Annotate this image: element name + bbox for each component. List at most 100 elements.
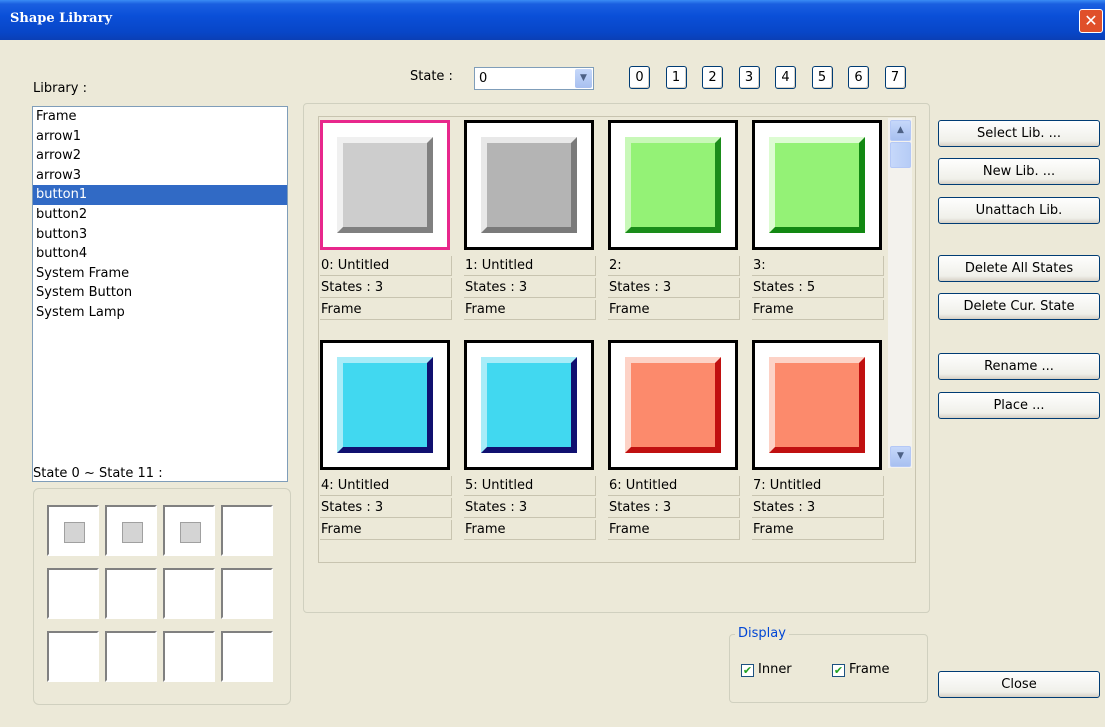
shape-thumbnail[interactable] (752, 340, 882, 470)
shape-thumbnail[interactable] (320, 340, 450, 470)
shape-preview (625, 357, 721, 453)
state-number-button[interactable]: 4 (775, 66, 796, 89)
shape-name-caption: 6: Untitled (608, 476, 740, 496)
state-cell[interactable] (221, 505, 273, 556)
shape-thumbnail[interactable] (752, 120, 882, 250)
state-number-button[interactable]: 0 (629, 66, 650, 89)
window-title: Shape Library (10, 11, 112, 26)
frame-checkbox[interactable]: ✔ (832, 664, 845, 677)
shape-states-caption: States : 5 (752, 278, 884, 298)
shape-type-caption: Frame (608, 520, 740, 540)
inner-checkbox[interactable]: ✔ (741, 664, 754, 677)
shape-name-caption: 4: Untitled (320, 476, 452, 496)
state-cell[interactable] (163, 568, 215, 619)
delete-all-states-button[interactable]: Delete All States (938, 255, 1100, 282)
inner-checkbox-label: Inner (758, 662, 792, 677)
state-dropdown[interactable]: 0 ▼ (474, 67, 594, 90)
state-cell[interactable] (47, 568, 99, 619)
shape-preview (625, 137, 721, 233)
library-item[interactable]: button2 (33, 205, 287, 225)
state-dropdown-value: 0 (479, 71, 488, 86)
shape-type-caption: Frame (608, 300, 740, 320)
state-number-button[interactable]: 1 (665, 66, 687, 89)
shape-type-caption: Frame (320, 300, 452, 320)
shape-states-caption: States : 3 (608, 498, 740, 518)
shape-states-caption: States : 3 (608, 278, 740, 298)
shape-name-caption: 2: (608, 256, 740, 276)
shape-preview (769, 357, 865, 453)
state-cell[interactable] (47, 505, 99, 556)
shape-thumbnail[interactable] (320, 120, 450, 250)
library-item[interactable]: System Lamp (33, 303, 287, 323)
display-label: Display (735, 626, 789, 641)
place-button[interactable]: Place ... (938, 392, 1100, 419)
library-item[interactable]: System Button (33, 283, 287, 303)
shape-thumbnail[interactable] (608, 120, 738, 250)
state-cell[interactable] (105, 505, 157, 556)
state-cell[interactable] (221, 568, 273, 619)
state-preview-group (33, 488, 291, 705)
library-item[interactable]: button1 (33, 185, 287, 205)
library-list[interactable]: Frame arrow1 arrow2 arrow3 button1 button2 but… (32, 106, 288, 482)
chevron-down-icon[interactable]: ▼ (575, 69, 592, 88)
shape-preview (337, 357, 433, 453)
scroll-down-icon[interactable]: ▼ (890, 446, 911, 467)
library-item[interactable]: button3 (33, 225, 287, 245)
library-item[interactable]: Frame (33, 107, 287, 127)
shape-thumbnail[interactable] (464, 340, 594, 470)
shape-type-caption: Frame (752, 520, 884, 540)
library-item[interactable]: arrow3 (33, 166, 287, 186)
shape-library-dialog: Shape Library ✕ Library : Frame arrow1 arr… (0, 0, 1105, 727)
state-cell[interactable] (47, 631, 99, 682)
rename-button[interactable]: Rename ... (938, 353, 1100, 380)
shape-grid-scrollbar[interactable]: ▲ ▼ (888, 118, 912, 468)
library-item[interactable]: arrow1 (33, 127, 287, 147)
state-number-button[interactable]: 3 (738, 66, 760, 89)
shape-type-caption: Frame (464, 520, 596, 540)
state-cell[interactable] (105, 631, 157, 682)
state-number-button[interactable]: 2 (702, 66, 723, 89)
shape-preview (769, 137, 865, 233)
shape-thumbnail[interactable] (464, 120, 594, 250)
state-cell[interactable] (163, 505, 215, 556)
title-bar[interactable]: Shape Library ✕ (0, 0, 1105, 40)
shape-thumbnail[interactable] (608, 340, 738, 470)
close-icon[interactable]: ✕ (1079, 9, 1103, 33)
select-lib-button[interactable]: Select Lib. ... (938, 120, 1100, 147)
shape-type-caption: Frame (320, 520, 452, 540)
shape-type-caption: Frame (752, 300, 884, 320)
shape-name-caption: 0: Untitled (320, 256, 452, 276)
unattach-lib-button[interactable]: Unattach Lib. (938, 197, 1100, 224)
close-button[interactable]: Close (938, 671, 1100, 698)
shape-name-caption: 1: Untitled (464, 256, 596, 276)
state-number-button[interactable]: 6 (848, 66, 869, 89)
delete-cur-state-button[interactable]: Delete Cur. State (938, 293, 1100, 320)
shape-preview (481, 137, 577, 233)
shape-states-caption: States : 3 (464, 498, 596, 518)
state-cell[interactable] (105, 568, 157, 619)
shape-states-caption: States : 3 (320, 498, 452, 518)
state-cell[interactable] (163, 631, 215, 682)
shape-name-caption: 5: Untitled (464, 476, 596, 496)
shape-states-caption: States : 3 (320, 278, 452, 298)
library-item[interactable]: System Frame (33, 264, 287, 284)
state-range-label: State 0 ~ State 11 : (33, 466, 163, 481)
shape-name-caption: 3: (752, 256, 884, 276)
state-number-button[interactable]: 5 (811, 66, 833, 89)
shape-states-caption: States : 3 (752, 498, 884, 518)
shape-preview (337, 137, 433, 233)
library-item[interactable]: button4 (33, 244, 287, 264)
shape-states-caption: States : 3 (464, 278, 596, 298)
new-lib-button[interactable]: New Lib. ... (938, 158, 1100, 185)
state-thumbnail (64, 522, 85, 543)
library-label: Library : (33, 81, 87, 96)
state-cell[interactable] (221, 631, 273, 682)
shape-type-caption: Frame (464, 300, 596, 320)
state-thumbnail (180, 522, 201, 543)
library-item[interactable]: arrow2 (33, 146, 287, 166)
state-label: State : (410, 69, 453, 84)
shape-name-caption: 7: Untitled (752, 476, 884, 496)
state-number-button[interactable]: 7 (884, 66, 906, 89)
scroll-thumb[interactable] (890, 142, 911, 168)
scroll-up-icon[interactable]: ▲ (890, 120, 911, 141)
